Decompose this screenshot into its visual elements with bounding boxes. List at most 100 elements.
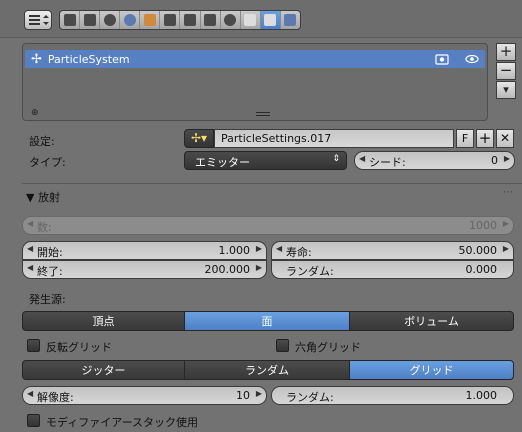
particles-icon: ✢: [31, 51, 42, 67]
grid-random-label: ランダム:: [286, 391, 334, 404]
decrement-arrow-icon: ◀: [27, 389, 34, 398]
end-value: 200.000: [204, 263, 251, 276]
tab-physics[interactable]: [281, 11, 300, 29]
render-toggle-icon[interactable]: [435, 52, 449, 66]
seed-field[interactable]: ◀ シード: 0 ▶: [354, 151, 515, 170]
scene-icon: [103, 14, 116, 26]
decrement-arrow-icon: ◀: [359, 154, 366, 163]
decrement-arrow-icon: ◀: [27, 263, 34, 272]
increment-arrow-icon: ▶: [503, 154, 510, 163]
add-particle-system-button[interactable]: +: [496, 43, 516, 61]
grid-random-value: 1.000: [465, 389, 498, 402]
particle-system-name: ParticleSystem: [47, 52, 130, 66]
emit-from-volume-button[interactable]: ボリューム: [349, 311, 514, 331]
texture-checker-icon: [244, 14, 257, 26]
unlink-settings-button[interactable]: ✕: [496, 129, 514, 148]
lifetime-field[interactable]: ◀ 寿命: 50.000 ▶: [271, 241, 514, 260]
frame-end-field[interactable]: ◀ 終了: 200.000 ▶: [22, 260, 267, 279]
list-filter-icon[interactable]: ⊕: [31, 108, 39, 118]
object-cube-icon: [143, 14, 156, 26]
increment-arrow-icon: ▶: [502, 219, 509, 228]
increment-arrow-icon: ▶: [255, 244, 262, 253]
count-value: 1000: [469, 219, 497, 232]
tab-data[interactable]: [201, 11, 221, 29]
increment-arrow-icon: ▶: [502, 244, 509, 253]
resolution-value: 10: [236, 389, 250, 402]
tab-texture[interactable]: [241, 11, 261, 29]
new-settings-button[interactable]: +: [476, 129, 494, 148]
particle-settings-name-field[interactable]: ParticleSettings.017: [214, 129, 454, 148]
editor-type-icon: [29, 15, 49, 25]
count-label: 数:: [37, 221, 52, 234]
context-tabs: [59, 10, 301, 30]
particle-type-dropdown[interactable]: エミッター ⇕: [184, 151, 347, 170]
decrement-arrow-icon: ◀: [27, 219, 34, 228]
tab-scene[interactable]: [100, 11, 121, 29]
panel-title: ▼ 放射: [26, 191, 60, 204]
distribution-selector: ジッター ランダム グリッド: [22, 360, 514, 380]
lifetime-value: 50.000: [458, 244, 498, 257]
type-label: タイプ:: [29, 156, 66, 169]
use-modifier-stack-label: モディファイアースタック使用: [46, 416, 199, 429]
emit-from-verts-button[interactable]: 頂点: [22, 311, 185, 331]
tab-render-layers[interactable]: [80, 11, 101, 29]
constraint-link-icon: [163, 14, 176, 26]
lifetime-random-label: ランダム:: [286, 265, 334, 278]
decrement-arrow-icon: ◀: [276, 244, 283, 253]
increment-arrow-icon: ▶: [255, 389, 262, 398]
particle-settings-browse-button[interactable]: ✢▾: [184, 129, 214, 148]
visibility-eye-icon[interactable]: [465, 52, 479, 66]
emit-from-label: 発生源:: [29, 293, 66, 306]
world-icon: [123, 14, 136, 26]
lifetime-random-field[interactable]: ランダム: 0.000: [271, 260, 514, 279]
tab-constraints[interactable]: [160, 11, 181, 29]
physics-icon: [284, 14, 297, 26]
hexagonal-grid-label: 六角グリッド: [295, 341, 361, 354]
decrement-arrow-icon: ◀: [27, 244, 34, 253]
particles-icon: [264, 14, 277, 26]
tab-world[interactable]: [120, 11, 141, 29]
settings-label: 設定:: [29, 135, 55, 148]
grid-random-field[interactable]: ランダム: 1.000: [271, 386, 514, 405]
remove-particle-system-button[interactable]: −: [496, 62, 516, 80]
resolution-label: 解像度:: [37, 391, 74, 404]
tab-material[interactable]: [221, 11, 241, 29]
seed-label: シード:: [369, 156, 406, 169]
tab-particles[interactable]: [260, 11, 281, 29]
end-label: 終了:: [37, 265, 63, 278]
editor-type-button[interactable]: [24, 10, 52, 30]
fake-user-button[interactable]: F: [456, 129, 474, 148]
emit-from-faces-button[interactable]: 面: [184, 311, 350, 331]
particle-settings-name: ParticleSettings.017: [221, 132, 332, 145]
list-item[interactable]: ✢ ParticleSystem: [25, 50, 485, 68]
render-layers-icon: [83, 14, 96, 26]
panel-drag-handle-icon[interactable]: ⋯: [503, 187, 514, 198]
invert-grid-checkbox[interactable]: [27, 339, 40, 352]
particle-count-field: ◀ 数: 1000 ▶: [22, 216, 514, 235]
start-label: 開始:: [37, 246, 63, 259]
distribution-random-button[interactable]: ランダム: [184, 360, 350, 380]
camera-icon: [63, 14, 76, 26]
frame-start-field[interactable]: ◀ 開始: 1.000 ▶: [22, 241, 267, 260]
emission-panel-header[interactable]: ▼ 放射 ⋯: [22, 183, 522, 207]
lifetime-label: 寿命:: [286, 246, 312, 259]
dropdown-arrows-icon: ⇕: [332, 154, 340, 164]
hexagonal-grid-checkbox[interactable]: [276, 339, 289, 352]
list-specials-button[interactable]: ▾: [496, 81, 516, 99]
distribution-jittered-button[interactable]: ジッター: [22, 360, 185, 380]
grid-resolution-field[interactable]: ◀ 解像度: 10 ▶: [22, 386, 267, 405]
particle-type-value: エミッター: [195, 156, 250, 169]
start-value: 1.000: [218, 244, 251, 257]
distribution-grid-button[interactable]: グリッド: [349, 360, 514, 380]
particles-icon: ✢▾: [190, 131, 208, 145]
mesh-data-icon: [204, 14, 217, 26]
tab-modifiers[interactable]: [180, 11, 201, 29]
invert-grid-label: 反転グリッド: [46, 341, 112, 354]
material-icon: [224, 14, 237, 26]
lifetime-random-value: 0.000: [465, 263, 498, 276]
increment-arrow-icon: ▶: [255, 263, 262, 272]
list-resize-grip[interactable]: [256, 112, 270, 116]
tab-object[interactable]: [140, 11, 161, 29]
use-modifier-stack-checkbox[interactable]: [27, 414, 40, 427]
tab-render[interactable]: [60, 11, 81, 29]
